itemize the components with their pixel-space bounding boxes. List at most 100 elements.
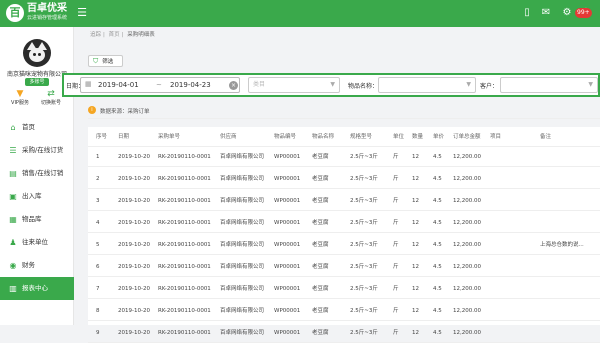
table-cell: 5 (96, 242, 100, 248)
table-cell: 老豆腐 (312, 286, 329, 292)
breadcrumb: 追踪 | 首页 | 采购明细表 (90, 32, 155, 38)
sidebar-item[interactable]: ▤ 销售/在线订销 (0, 162, 74, 185)
date-start[interactable]: 2019-04-01 (98, 81, 139, 89)
filter-button[interactable]: ⛉ 筛选 (88, 55, 123, 67)
table-row[interactable]: 9 2019-10-20 RK-20190110-0001 百卓网络有限公司 WP000… (88, 323, 600, 343)
sidebar-item[interactable]: ▦ 物品库 (0, 208, 74, 231)
table-cell: 12 (412, 286, 419, 292)
table-cell: RK-20190110-0001 (158, 308, 211, 314)
table-cell: 斤 (393, 308, 399, 314)
table-cell: 12,200.00 (453, 286, 481, 292)
phone-icon[interactable]: ▯ (521, 7, 533, 19)
table-cell: 2.5斤~3斤 (350, 154, 378, 160)
date-range-picker[interactable]: ▦ 2019-04-01 ~ 2019-04-23 × (80, 77, 240, 93)
sidebar-item-label: 出入库 (22, 192, 42, 200)
message-icon[interactable]: ✉ (540, 7, 552, 19)
table-row[interactable]: 7 2019-10-20 RK-20190110-0001 百卓网络有限公司 WP000… (88, 279, 600, 299)
sidebar-item-label: 首页 (22, 123, 35, 131)
table-cell: 2.5斤~3斤 (350, 330, 378, 336)
table-cell: 12,200.00 (453, 308, 481, 314)
goods-icon: ▦ (9, 215, 17, 224)
table-cell: 3 (96, 198, 100, 204)
sidebar-item[interactable]: ☰ 采购/在线订货 (0, 139, 74, 162)
table-cell: 1 (96, 154, 100, 160)
table-cell: 斤 (393, 198, 399, 204)
settings-icon[interactable]: ⚙ (561, 7, 573, 19)
table-cell: 百卓网络有限公司 (220, 220, 265, 226)
table-row[interactable]: 3 2019-10-20 RK-20190110-0001 百卓网络有限公司 WP000… (88, 191, 600, 211)
warehouse-icon: ▣ (9, 192, 17, 201)
info-icon: i (88, 106, 96, 114)
table-cell: 12 (412, 308, 419, 314)
table-cell: RK-20190110-0001 (158, 198, 211, 204)
table-cell: 百卓网络有限公司 (220, 308, 265, 314)
table-cell: WP00001 (274, 154, 301, 160)
sidebar-item[interactable]: ▣ 出入库 (0, 185, 74, 208)
table-cell: 12 (412, 220, 419, 226)
breadcrumb-item[interactable]: 首页 (109, 32, 120, 38)
chevron-down-icon: ▼ (330, 81, 335, 88)
table-cell: 2.5斤~3斤 (350, 176, 378, 182)
category-select[interactable]: 类目 ▼ (248, 77, 340, 93)
avatar[interactable] (23, 39, 51, 67)
sidebar-item[interactable]: ♟ 往来单位 (0, 231, 74, 254)
table-cell: 老豆腐 (312, 242, 329, 248)
table-cell: 斤 (393, 286, 399, 292)
table-cell: 4.5 (433, 242, 442, 248)
table-cell: 2019-10-20 (118, 286, 150, 292)
sidebar-item[interactable]: ◉ 财务 (0, 254, 74, 277)
table-row[interactable]: 5 2019-10-20 RK-20190110-0001 百卓网络有限公司 WP000… (88, 235, 600, 255)
tab-data-source[interactable]: i 数据来源：采购订单 (88, 106, 150, 115)
table-cell: 4 (96, 220, 100, 226)
table-cell: 12,200.00 (453, 220, 481, 226)
table-cell: 2019-10-20 (118, 242, 150, 248)
table-cell: WP00001 (274, 308, 301, 314)
menu-toggle-icon[interactable]: ☰ (76, 7, 88, 19)
customer-select[interactable]: ▼ (500, 77, 598, 93)
home-icon: ⌂ (10, 123, 16, 132)
account-badge[interactable]: 多账号 (25, 78, 49, 86)
table-cell: RK-20190110-0001 (158, 176, 211, 182)
purchase-icon: ☰ (9, 146, 17, 155)
table-cell: 斤 (393, 264, 399, 270)
table-cell: 12,200.00 (453, 154, 481, 160)
clear-date-icon[interactable]: × (229, 81, 238, 90)
table-row[interactable]: 8 2019-10-20 RK-20190110-0001 百卓网络有限公司 WP000… (88, 301, 600, 321)
table-row[interactable]: 4 2019-10-20 RK-20190110-0001 百卓网络有限公司 WP000… (88, 213, 600, 233)
table-cell: 老豆腐 (312, 330, 329, 336)
goods-name-select[interactable]: ▼ (378, 77, 476, 93)
report-icon: ▥ (9, 284, 17, 293)
column-header: 供应商 (220, 134, 237, 140)
table-row[interactable]: 2 2019-10-20 RK-20190110-0001 百卓网络有限公司 WP000… (88, 169, 600, 189)
logo[interactable]: 百 百卓优采 云进销存管理系统 (6, 3, 72, 24)
vip-label: VIP服务 (11, 100, 29, 106)
notification-badge: 99+ (575, 8, 592, 18)
table-row[interactable]: 1 2019-10-20 RK-20190110-0001 百卓网络有限公司 WP000… (88, 147, 600, 167)
table-cell: WP00001 (274, 176, 301, 182)
breadcrumb-item[interactable]: 追踪 (90, 32, 101, 38)
column-header: 物品名称 (312, 134, 335, 140)
table-row[interactable]: 6 2019-10-20 RK-20190110-0001 百卓网络有限公司 WP000… (88, 257, 600, 277)
table-cell: 4.5 (433, 264, 442, 270)
table-cell: 百卓网络有限公司 (220, 242, 265, 248)
table-cell: 9 (96, 330, 100, 336)
sidebar-item[interactable]: ▥ 报表中心 (0, 277, 74, 300)
switch-account-button[interactable]: ⇄ 切换账号 (38, 89, 64, 107)
table-cell: WP00001 (274, 198, 301, 204)
sidebar-item[interactable]: ⌂ 首页 (0, 116, 74, 139)
table-cell: 2.5斤~3斤 (350, 308, 378, 314)
table-cell: 老豆腐 (312, 308, 329, 314)
purchase-detail-table: 序号 日期 采购单号 供应商 物品编号 物品名称 规格型号 单位 数量 单价 订单总金额 项目 备注 1 2… (88, 127, 600, 343)
table-cell: RK-20190110-0001 (158, 330, 211, 336)
table-cell: 12 (412, 264, 419, 270)
table-cell: 4.5 (433, 176, 442, 182)
vip-service-button[interactable]: ▼ VIP服务 (8, 89, 32, 107)
table-cell: 老豆腐 (312, 220, 329, 226)
date-end[interactable]: 2019-04-23 (170, 81, 211, 89)
breadcrumb-current: 采购明细表 (127, 32, 155, 38)
sidebar-menu: ⌂ 首页 ☰ 采购/在线订货 ▤ 销售/在线订销 ▣ 出入库 ▦ 物品库 ♟ 往来单位 ◉ 财务 ▥ 报表中心 (0, 116, 74, 300)
table-cell: WP00001 (274, 330, 301, 336)
column-header: 采购单号 (158, 134, 181, 140)
table-cell: 百卓网络有限公司 (220, 154, 265, 160)
column-header: 序号 (96, 134, 108, 140)
